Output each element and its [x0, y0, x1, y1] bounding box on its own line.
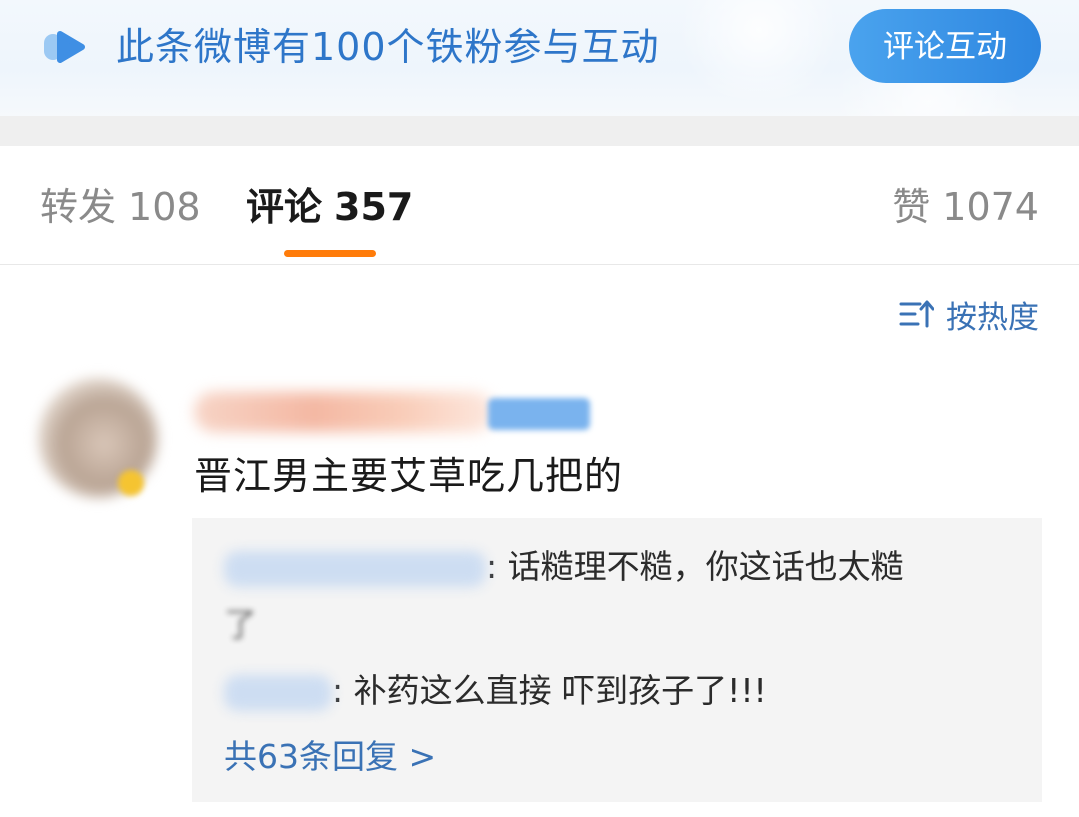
fan-badge — [488, 398, 590, 430]
sort-icon — [899, 300, 934, 328]
comment-text: 晋江男主要艾草吃几把的 — [194, 454, 624, 498]
view-all-replies-link[interactable]: 共63条回复 > — [224, 732, 436, 782]
reply-text: : 补药这么直接 吓到孩子了!!! — [332, 671, 767, 710]
weibo-fan-icon — [44, 31, 85, 63]
tab-likes[interactable]: 赞 1074 — [892, 182, 1039, 232]
sort-label: 按热度 — [946, 299, 1039, 336]
reply-text: : 话糙理不糙，你这话也太糙 — [486, 547, 904, 586]
tab-repost-label: 转发 — [40, 185, 117, 229]
reply-item[interactable]: : 话糙理不糙，你这话也太糙 — [224, 542, 1014, 592]
engagement-tabs: 转发 108 评论 357 赞 1074 — [0, 146, 1079, 265]
comment-interact-button[interactable]: 评论互动 — [849, 9, 1041, 83]
section-divider — [0, 116, 1079, 146]
comment-username[interactable] — [194, 392, 494, 432]
tab-likes-label: 赞 — [892, 185, 931, 229]
banner-text: 此条微博有100个铁粉参与互动 — [116, 25, 660, 69]
tab-repost[interactable]: 转发 108 — [40, 182, 201, 232]
tab-comments-label: 评论 — [246, 185, 323, 229]
sort-by-hot-button[interactable]: 按热度 — [898, 292, 1039, 336]
reply-author[interactable] — [224, 674, 332, 711]
fan-interaction-banner[interactable]: 此条微博有100个铁粉参与互动 评论互动 — [0, 0, 1079, 116]
verified-badge — [118, 470, 144, 496]
tab-comments[interactable]: 评论 357 — [246, 182, 413, 232]
reply-author[interactable] — [224, 550, 486, 587]
tab-comments-count: 357 — [334, 185, 414, 229]
active-tab-indicator — [284, 250, 376, 257]
reply-text-overflow: 了 — [224, 605, 257, 644]
replies-preview[interactable]: : 话糙理不糙，你这话也太糙 了 : 补药这么直接 吓到孩子了!!! 共63条回… — [192, 518, 1042, 802]
reply-item[interactable]: : 补药这么直接 吓到孩子了!!! — [224, 666, 767, 716]
tab-repost-count: 108 — [128, 185, 201, 229]
tab-likes-count: 1074 — [942, 185, 1039, 229]
